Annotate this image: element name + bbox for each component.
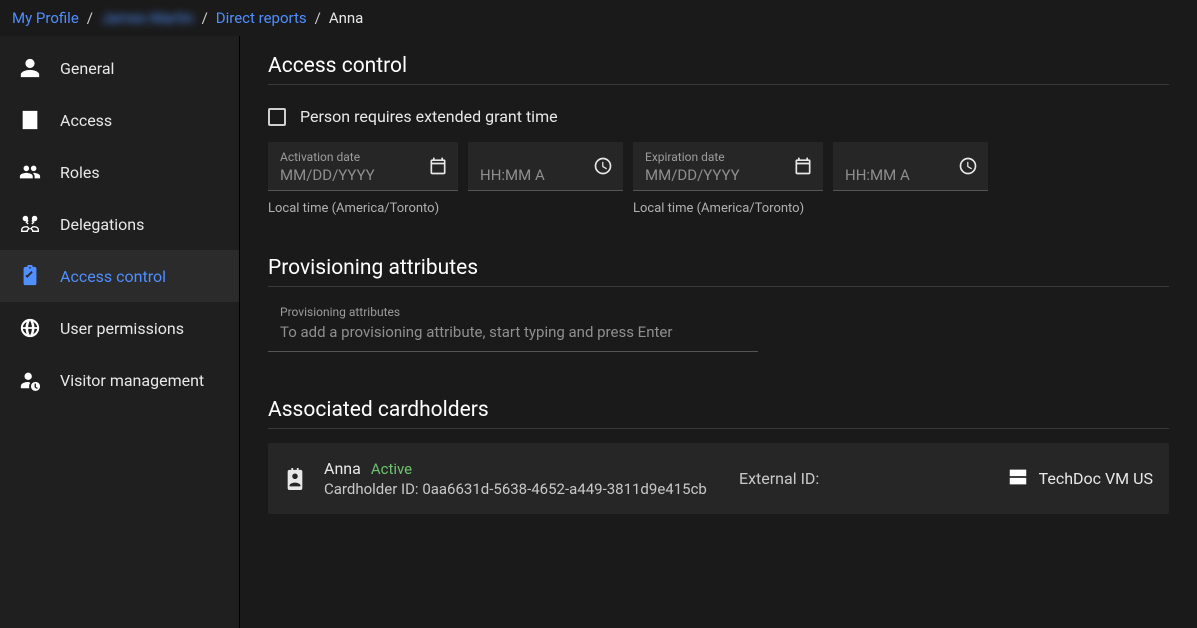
expiration-date-input[interactable]: Expiration date MM/DD/YYYY [633, 142, 823, 191]
section-title-access-control: Access control [268, 54, 1169, 85]
system-name: TechDoc VM US [1039, 469, 1153, 488]
sidebar: General Access Roles Delegations Access … [0, 36, 240, 628]
sidebar-item-label: General [60, 59, 114, 78]
sidebar-item-visitor-management[interactable]: Visitor management [0, 354, 239, 406]
sidebar-item-label: Roles [60, 163, 100, 182]
activation-helper: Local time (America/Toronto) [268, 201, 458, 216]
cardholder-id-label: Cardholder ID: [324, 480, 419, 498]
sidebar-item-label: User permissions [60, 319, 184, 338]
activation-date-placeholder: MM/DD/YYYY [280, 166, 375, 184]
main-content: Access control Person requires extended … [240, 36, 1197, 628]
activation-date-label: Activation date [280, 150, 416, 164]
globe-icon [18, 316, 42, 340]
provisioning-attributes-input[interactable]: Provisioning attributes To add a provisi… [268, 301, 758, 352]
cardholder-id-line: Cardholder ID: 0aa6631d-5638-4652-a449-3… [324, 480, 739, 498]
person-icon [18, 56, 42, 80]
clock-icon[interactable] [593, 156, 613, 176]
sidebar-item-access-control[interactable]: Access control [0, 250, 239, 302]
external-id-label: External ID: [739, 469, 819, 488]
breadcrumb-separator: / [87, 9, 93, 27]
activation-time-placeholder: HH:MM A [480, 166, 545, 184]
calendar-icon[interactable] [793, 156, 813, 176]
sidebar-item-label: Visitor management [60, 371, 204, 390]
section-title-provisioning: Provisioning attributes [268, 256, 1169, 287]
clock-icon[interactable] [958, 156, 978, 176]
sidebar-item-roles[interactable]: Roles [0, 146, 239, 198]
crumb-manager[interactable]: James Martin [101, 9, 194, 27]
expiration-time-placeholder: HH:MM A [845, 166, 910, 184]
sidebar-item-label: Access [60, 111, 112, 130]
cardholder-row[interactable]: Anna Active Cardholder ID: 0aa6631d-5638… [268, 443, 1169, 514]
breadcrumb: My Profile / James Martin / Direct repor… [0, 0, 1197, 36]
group-icon [18, 160, 42, 184]
sidebar-item-label: Delegations [60, 215, 144, 234]
cardholder-system: TechDoc VM US [1007, 466, 1153, 492]
calendar-icon[interactable] [428, 156, 448, 176]
cardholder-id-value: 0aa6631d-5638-4652-a449-3811d9e415cb [422, 480, 707, 498]
cardholder-name: Anna [324, 459, 361, 478]
activation-time-input[interactable]: HH:MM A [468, 142, 623, 191]
crumb-direct-reports[interactable]: Direct reports [216, 9, 307, 27]
person-clock-icon [18, 368, 42, 392]
crumb-my-profile[interactable]: My Profile [12, 9, 79, 27]
sidebar-item-access[interactable]: Access [0, 94, 239, 146]
provisioning-placeholder: To add a provisioning attribute, start t… [280, 323, 672, 341]
sidebar-item-user-permissions[interactable]: User permissions [0, 302, 239, 354]
badge-icon [284, 468, 306, 490]
expiration-time-input[interactable]: HH:MM A [833, 142, 988, 191]
expiration-date-label: Expiration date [645, 150, 781, 164]
extended-grant-label: Person requires extended grant time [300, 107, 558, 126]
swap-icon [18, 212, 42, 236]
expiration-helper: Local time (America/Toronto) [633, 201, 823, 216]
breadcrumb-separator: / [315, 9, 321, 27]
activation-date-input[interactable]: Activation date MM/DD/YYYY [268, 142, 458, 191]
expiration-date-placeholder: MM/DD/YYYY [645, 166, 740, 184]
clipboard-icon [18, 264, 42, 288]
crumb-current: Anna [329, 9, 364, 27]
server-icon [1007, 466, 1029, 492]
sidebar-item-general[interactable]: General [0, 42, 239, 94]
extended-grant-checkbox[interactable] [268, 108, 286, 126]
provisioning-field-label: Provisioning attributes [280, 305, 746, 319]
section-title-cardholders: Associated cardholders [268, 398, 1169, 429]
extended-grant-row: Person requires extended grant time [268, 107, 1169, 126]
sidebar-item-label: Access control [60, 267, 166, 286]
building-icon [18, 108, 42, 132]
external-id: External ID: [739, 469, 1007, 488]
breadcrumb-separator: / [202, 9, 208, 27]
sidebar-item-delegations[interactable]: Delegations [0, 198, 239, 250]
cardholder-status: Active [371, 460, 412, 478]
